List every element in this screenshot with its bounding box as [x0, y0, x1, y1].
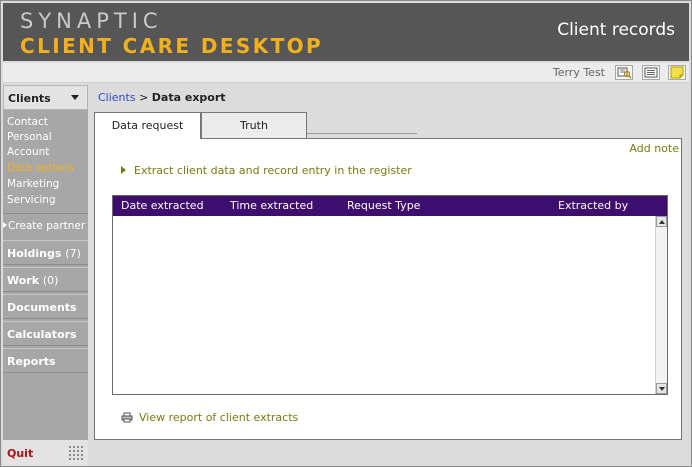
scroll-up-button[interactable]	[656, 216, 667, 227]
grid-menu-icon[interactable]	[68, 445, 83, 460]
column-header-request-type[interactable]: Request Type	[347, 199, 420, 212]
extract-client-data-link[interactable]: Extract client data and record entry in …	[121, 164, 412, 177]
nav-work-label: Work	[7, 274, 40, 287]
nav-holdings-count: (7)	[65, 247, 81, 260]
nav-reports[interactable]: Reports	[3, 348, 88, 373]
view-report-link[interactable]: View report of client extracts	[121, 411, 298, 424]
page-title: Client records	[557, 20, 675, 40]
sidebar-item-data-options[interactable]: Data options	[7, 162, 74, 174]
main-content: Clients > Data export Data request Truth…	[89, 85, 689, 466]
arrow-up-icon	[659, 220, 665, 224]
sidebar-item-servicing[interactable]: Servicing	[7, 194, 56, 206]
sidebar-item-account[interactable]: Account	[7, 146, 49, 158]
sticky-note-icon[interactable]	[668, 65, 686, 80]
extract-link-label: Extract client data and record entry in …	[134, 164, 412, 177]
tab-truth[interactable]: Truth	[201, 112, 307, 138]
quit-area: Quit	[3, 440, 88, 466]
sidebar: Clients Contact Personal Account Data op…	[3, 85, 88, 466]
clients-menu-header[interactable]: Clients	[3, 85, 88, 110]
nav-holdings-label: Holdings	[7, 247, 62, 260]
sidebar-item-personal[interactable]: Personal	[7, 131, 52, 143]
list-view-icon[interactable]	[642, 65, 660, 80]
breadcrumb: Clients > Data export	[98, 91, 226, 104]
table-scrollbar[interactable]	[655, 216, 667, 394]
arrow-right-icon	[121, 166, 126, 174]
brand-subtitle: CLIENT CARE DESKTOP	[20, 34, 324, 58]
top-toolbar: Terry Test	[3, 63, 689, 83]
create-partner-label: Create partner	[8, 220, 86, 232]
view-report-label: View report of client extracts	[139, 411, 299, 424]
tab-panel: Add note Extract client data and record …	[94, 138, 682, 440]
nav-calculators[interactable]: Calculators	[3, 321, 88, 346]
extracts-table: Date extracted Time extracted Request Ty…	[112, 195, 668, 395]
app-window: SYNAPTIC CLIENT CARE DESKTOP Client reco…	[0, 0, 692, 467]
quit-button[interactable]: Quit	[7, 447, 33, 460]
nav-work-count: (0)	[42, 274, 59, 287]
nav-documents-label: Documents	[7, 301, 77, 314]
chevron-down-icon[interactable]	[71, 95, 79, 100]
nav-reports-label: Reports	[7, 355, 56, 368]
sidebar-divider	[3, 213, 88, 214]
tab-data-request[interactable]: Data request	[94, 112, 201, 139]
nav-holdings[interactable]: Holdings (7)	[3, 240, 88, 265]
clients-menu-label: Clients	[8, 92, 51, 105]
nav-work[interactable]: Work (0)	[3, 267, 88, 292]
column-header-date-extracted[interactable]: Date extracted	[121, 199, 204, 212]
column-header-extracted-by[interactable]: Extracted by	[558, 199, 628, 212]
brand-name: SYNAPTIC	[20, 9, 163, 33]
table-header: Date extracted Time extracted Request Ty…	[113, 196, 667, 216]
user-name: Terry Test	[552, 66, 605, 79]
sidebar-item-marketing[interactable]: Marketing	[7, 178, 59, 190]
breadcrumb-current: Data export	[151, 91, 226, 104]
search-record-icon[interactable]	[615, 65, 633, 80]
nav-calculators-label: Calculators	[7, 328, 77, 341]
arrow-down-icon	[659, 387, 665, 391]
breadcrumb-separator: >	[139, 91, 149, 104]
arrow-right-icon	[3, 222, 7, 228]
nav-documents[interactable]: Documents	[3, 294, 88, 319]
printer-icon	[121, 412, 133, 423]
sidebar-item-contact[interactable]: Contact	[7, 116, 48, 128]
create-partner-link[interactable]: Create partner	[3, 220, 85, 232]
app-header: SYNAPTIC CLIENT CARE DESKTOP Client reco…	[3, 3, 689, 61]
breadcrumb-clients-link[interactable]: Clients	[98, 91, 136, 104]
column-header-time-extracted[interactable]: Time extracted	[230, 199, 313, 212]
add-note-link[interactable]: Add note	[629, 142, 679, 155]
scroll-down-button[interactable]	[656, 383, 667, 394]
